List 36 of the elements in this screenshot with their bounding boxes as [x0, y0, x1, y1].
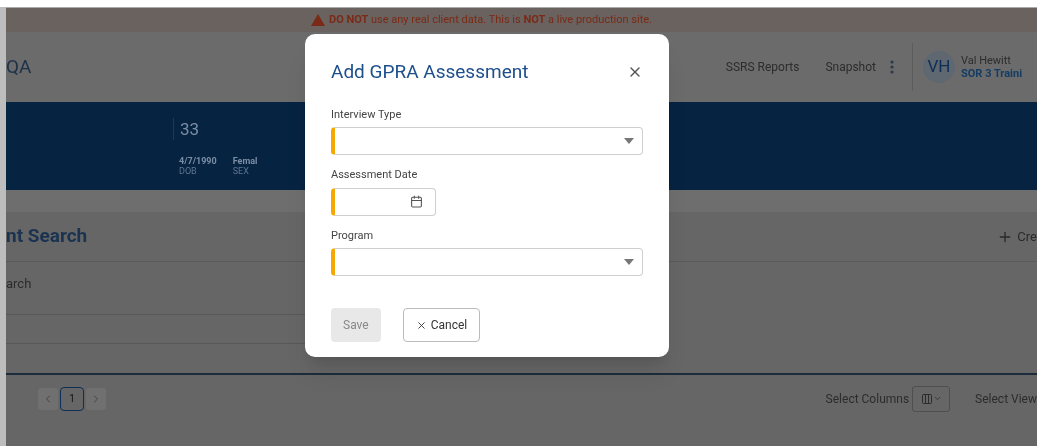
- client-fact-label: DOB: [179, 166, 198, 176]
- cancel-button[interactable]: Cancel: [402, 308, 481, 342]
- more-options-icon[interactable]: [890, 60, 894, 74]
- page-button[interactable]: 1: [60, 386, 84, 411]
- nav-link[interactable]: Snapshot: [825, 58, 876, 76]
- field-label: Assessment Date: [331, 167, 419, 183]
- client-fact-label: SEX: [232, 166, 250, 176]
- columns-icon: [920, 392, 933, 405]
- calendar-icon: [410, 195, 423, 208]
- caret-icon: [932, 394, 942, 403]
- dialog-title: Add GPRA Assessment: [331, 59, 529, 85]
- date-field[interactable]: [331, 187, 436, 216]
- search-label: arch: [6, 275, 33, 293]
- user-role: SOR 3 Traini: [961, 67, 1023, 80]
- cancel-x-icon: [415, 319, 427, 331]
- next-page-button[interactable]: [86, 387, 106, 410]
- client-fact-value: 4/7/1990: [179, 156, 217, 166]
- client-age: 33: [173, 118, 200, 140]
- dropdown-field[interactable]: [331, 127, 643, 155]
- field-label: Interview Type: [331, 106, 403, 123]
- dropdown-caret-icon: [624, 259, 634, 265]
- columns-button[interactable]: [912, 385, 951, 412]
- field-label: Program: [331, 227, 375, 244]
- user-avatar[interactable]: VH: [923, 51, 955, 83]
- nav-link[interactable]: SSRS Reports: [725, 58, 800, 76]
- user-name: Val Hewitt: [961, 54, 1012, 67]
- select-columns-label: Select Columns: [825, 390, 910, 408]
- dropdown-caret-icon: [624, 138, 634, 144]
- client-fact-value: Femal: [232, 156, 258, 166]
- section-title: nt Search: [6, 223, 88, 250]
- dropdown-field[interactable]: [331, 248, 643, 276]
- select-view-label: Select View: [975, 390, 1037, 408]
- app-title: QA: [6, 53, 32, 80]
- create-link[interactable]: Cre: [997, 226, 1037, 247]
- warning-text: DO NOT use any real client data. This is NOT a live production site.: [329, 11, 652, 28]
- warning-icon: [311, 14, 325, 26]
